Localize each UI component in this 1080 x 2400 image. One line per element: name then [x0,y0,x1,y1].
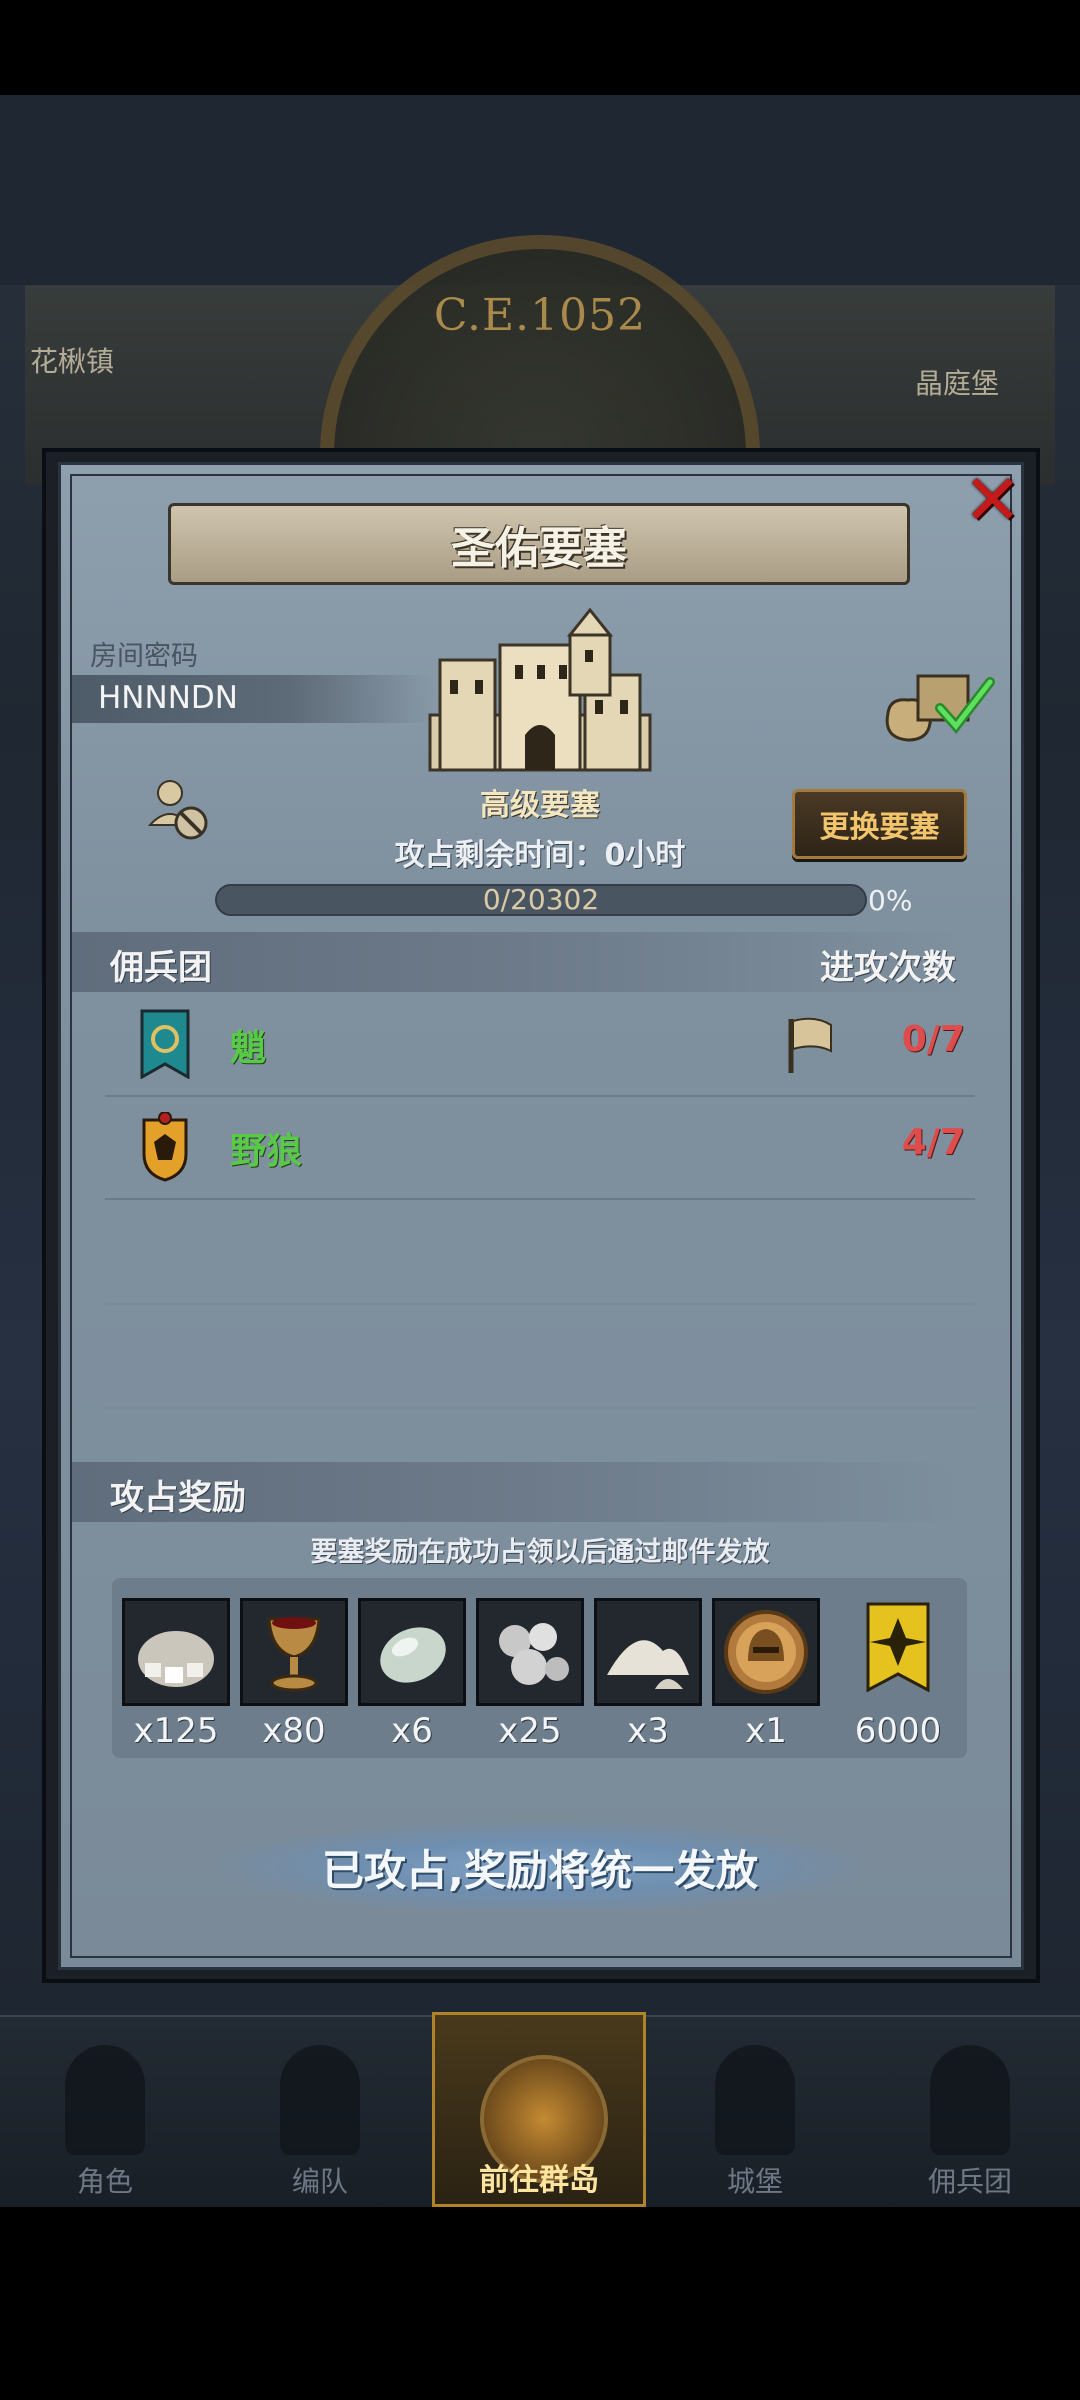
reward-qty: x25 [498,1711,562,1751]
reward-qty: x1 [745,1711,787,1751]
goblet-icon [267,1617,321,1692]
attack-flag-icon[interactable] [785,1015,835,1075]
change-fortress-button[interactable]: 更换要塞 [792,789,967,859]
reward-item[interactable]: x25 [476,1598,584,1751]
reward-slot [358,1598,466,1706]
town-label-right[interactable]: 晶庭堡 [915,362,999,402]
progress-percent: 0% [868,884,913,917]
nav-mercenary[interactable]: 佣兵团 [870,2030,1070,2210]
claim-status-bar[interactable]: 已攻占,奖励将统一发放 [220,1822,860,1912]
reward-item[interactable]: x80 [240,1598,348,1751]
reward-item[interactable]: x6 [358,1598,466,1751]
mercenary-icon [930,2045,1010,2155]
dialog-title: 圣佑要塞 [451,523,627,574]
reward-qty: x6 [391,1711,433,1751]
formation-icon [280,2045,360,2155]
nav-label: 角色 [76,2165,133,2198]
reward-qty: x3 [627,1711,669,1751]
reward-slot [122,1598,230,1706]
moonstone-icon [380,1627,446,1683]
reward-slot [594,1598,702,1706]
nav-islands[interactable]: 前往群岛 [432,2012,646,2207]
nav-label: 编队 [291,2165,348,2198]
mercenary-name: 野狼 [230,1131,303,1172]
supplies-ready-icon[interactable] [878,668,998,743]
reward-item[interactable]: x3 [594,1598,702,1751]
salt-pile-icon [607,1640,689,1689]
wolf-shield-icon [142,1112,188,1182]
close-icon: ✕ [963,458,1022,541]
rewards-note: 要塞奖励在成功占领以后通过邮件发放 [310,1537,770,1568]
nav-castle[interactable]: 城堡 [655,2030,855,2210]
reward-item[interactable]: x1 [712,1598,820,1751]
player-blocked-icon [147,780,208,840]
nav-label: 城堡 [726,2165,783,2198]
reward-qty: x125 [133,1711,219,1751]
reward-slot [712,1598,820,1706]
attack-count: 0/7 [901,1019,965,1060]
helmet-medal-icon [724,1610,808,1694]
title-banner: 圣佑要塞 [168,503,910,585]
reward-item[interactable]: x125 [122,1598,230,1751]
mercenary-row[interactable]: 野狼 4/7 [105,1098,975,1200]
era-label: C.E.1052 [433,290,647,341]
rewards-title: 攻占奖励 [110,1478,246,1518]
room-code-label: 房间密码 [90,641,198,672]
castle-icon [715,2045,795,2155]
room-code-value[interactable]: HNNNDN [98,680,238,716]
reward-item[interactable]: 6000 [844,1598,952,1751]
stone-pile-icon [138,1631,214,1687]
mercenaries-title: 佣兵团 [110,948,212,988]
silver-ore-icon [499,1623,569,1685]
reward-qty: 6000 [854,1711,942,1751]
fortress-icon [428,607,652,772]
attack-count-title: 进攻次数 [820,948,956,988]
time-remaining: 攻占剩余时间：0小时 [394,838,686,873]
progress-text: 0/20302 [482,883,600,916]
mercenary-row[interactable]: 魈 0/7 [105,995,975,1097]
guild-banner-icon [866,1602,930,1693]
attack-count: 4/7 [901,1122,965,1163]
mercenary-name: 魈 [230,1028,267,1069]
reward-slot [476,1598,584,1706]
claim-status-text: 已攻占,奖励将统一发放 [322,1845,758,1895]
nav-label: 前往群岛 [479,2163,599,2198]
fortress-level: 高级要塞 [480,788,600,823]
empty-row [105,1305,975,1409]
nav-formation[interactable]: 编队 [220,2030,420,2210]
close-button[interactable]: ✕ [955,459,1030,541]
teal-banner-icon [140,1009,190,1079]
reward-qty: x80 [262,1711,326,1751]
reward-slot [240,1598,348,1706]
character-icon [65,2045,145,2155]
town-label-left[interactable]: 花楸镇 [30,340,114,380]
nav-character[interactable]: 角色 [5,2030,205,2210]
empty-row [105,1201,975,1305]
nav-label: 佣兵团 [927,2165,1012,2198]
